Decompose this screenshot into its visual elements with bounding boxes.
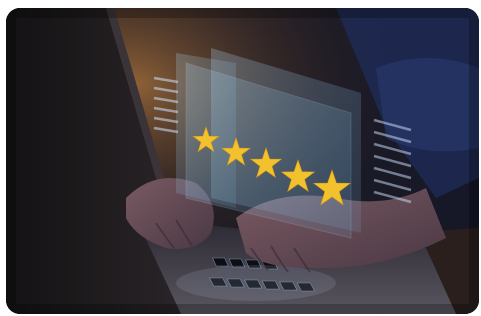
photo-frame xyxy=(6,8,479,314)
photo xyxy=(6,8,479,314)
key-glow xyxy=(176,265,336,301)
